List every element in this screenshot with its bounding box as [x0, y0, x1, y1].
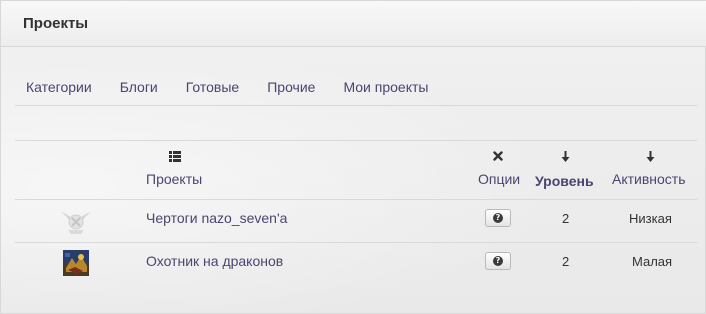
tab-my-projects[interactable]: Мои проекты: [343, 79, 428, 95]
tab-other[interactable]: Прочие: [267, 79, 315, 95]
column-header-options: Опции: [478, 171, 521, 187]
sort-down-arrow-icon: [646, 151, 655, 162]
level-value: 2: [562, 211, 570, 226]
question-icon: ?: [493, 256, 503, 266]
project-info-button[interactable]: ?: [485, 209, 511, 227]
project-link[interactable]: Чертоги nazo_seven'a: [146, 210, 287, 226]
column-header-projects[interactable]: Проекты: [146, 171, 202, 187]
project-link[interactable]: Охотник на драконов: [146, 253, 283, 269]
tab-blogs[interactable]: Блоги: [120, 79, 158, 95]
sort-down-arrow-icon: [561, 151, 570, 162]
divider: [15, 105, 697, 106]
emblem-placeholder-icon: [61, 212, 91, 234]
projects-panel: Проекты Категории Блоги Готовые Прочие М…: [0, 0, 706, 314]
column-header-level[interactable]: Уровень: [535, 173, 594, 189]
column-header-activity[interactable]: Активность: [612, 171, 686, 187]
activity-value: Низкая: [629, 211, 672, 226]
tab-ready[interactable]: Готовые: [186, 79, 239, 95]
activity-value: Малая: [632, 254, 673, 269]
cross-icon: [493, 151, 503, 161]
panel-header: Проекты: [1, 1, 706, 47]
category-tabs: Категории Блоги Готовые Прочие Мои проек…: [26, 79, 456, 95]
project-info-button[interactable]: ?: [485, 252, 511, 270]
list-icon: [169, 151, 181, 162]
game-art-thumbnail[interactable]: [63, 250, 89, 276]
tab-categories[interactable]: Категории: [26, 79, 92, 95]
table-row-divider: [15, 242, 697, 243]
page-title: Проекты: [23, 15, 89, 32]
level-value: 2: [562, 254, 570, 269]
table-top-divider: [15, 140, 697, 141]
table-row-divider: [15, 199, 697, 200]
question-icon: ?: [493, 213, 503, 223]
